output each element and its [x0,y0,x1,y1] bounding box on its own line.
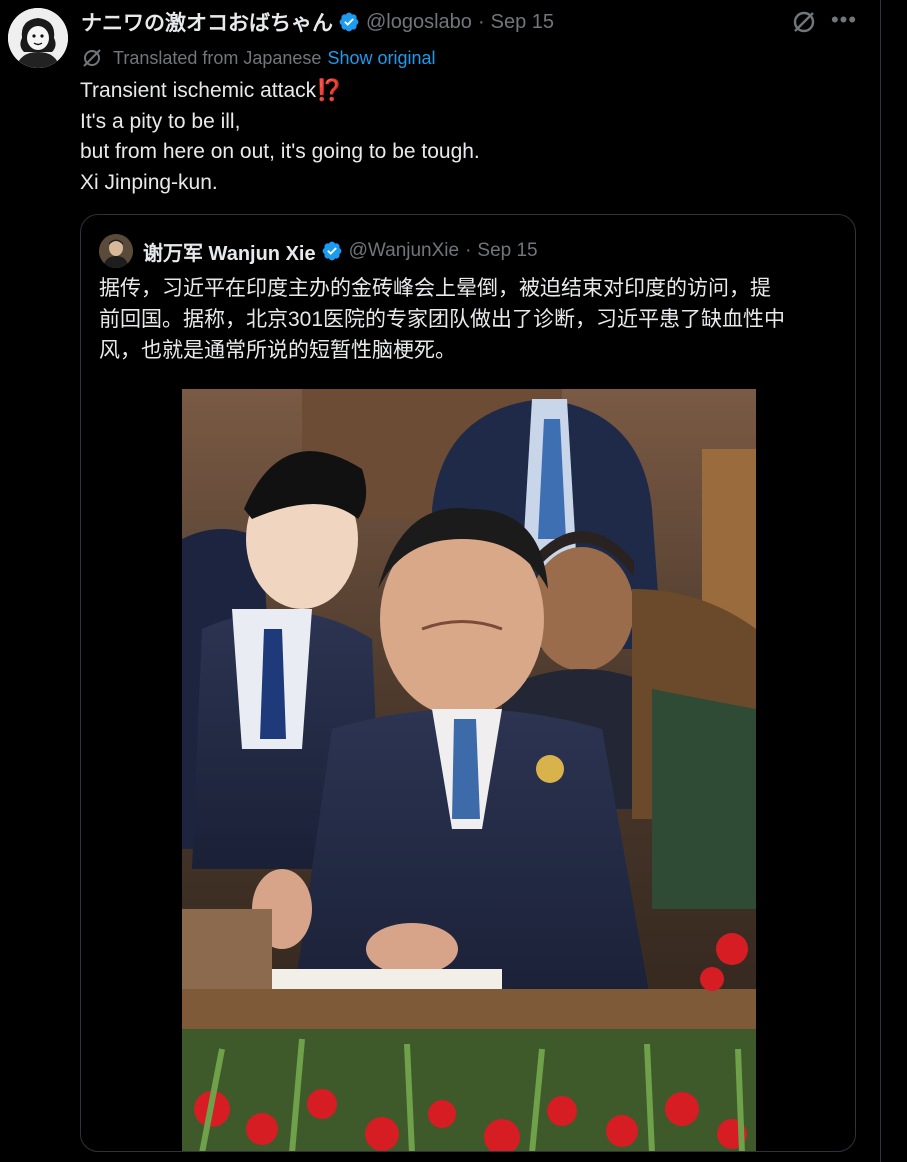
more-icon[interactable]: ••• [830,9,858,35]
tweet-text-line: Transient ischemic attack⁉️ [80,79,343,102]
translation-notice: Translated from Japanese Show original [81,46,436,70]
quoted-author-handle[interactable]: @WanjunXie [349,240,459,262]
tweet-text: Transient ischemic attack⁉️ It's a pity … [80,76,840,198]
tweet-text-line: It's a pity to be ill, [80,109,241,133]
quoted-text-line: 前回国。据称，北京301医院的专家团队做出了诊断，习近平患了缺血性中 [99,308,786,331]
quoted-author-avatar[interactable] [99,234,133,268]
quoted-tweet-header: 谢万军 Wanjun Xie @WanjunXie · Sep 15 [99,233,538,269]
tweet-text-line: but from here on out, it's going to be t… [80,140,480,163]
show-original-link[interactable]: Show original [327,48,435,69]
translated-label: Translated from Japanese [113,47,322,68]
quoted-tweet[interactable]: 谢万军 Wanjun Xie @WanjunXie · Sep 15 据传，习近… [80,214,856,1152]
tweet-text-line: Xi Jinping-kun. [80,170,218,194]
author-avatar[interactable] [8,8,68,68]
verified-badge-icon[interactable] [321,240,343,262]
separator-dot: · [477,10,485,33]
grok-icon[interactable] [790,8,818,36]
quoted-text-line: 风，也就是通常所说的短暂性脑梗死。 [99,339,456,362]
tweet-header: ナニワの激オコおばちゃん @logoslabo · Sep 15 [81,8,554,36]
verified-badge-icon[interactable] [338,11,360,33]
quoted-author-display-name[interactable]: 谢万军 Wanjun Xie [143,237,316,266]
separator-dot: · [465,240,472,261]
quoted-tweet-text: 据传，习近平在印度主办的金砖峰会上晕倒，被迫结束对印度的访问，提 前回国。据称，… [99,273,841,366]
tweet-date[interactable]: Sep 15 [491,11,554,34]
author-handle[interactable]: @logoslabo [366,11,472,34]
timeline-column-border [880,0,881,1162]
translate-icon [83,49,101,67]
quoted-tweet-date[interactable]: Sep 15 [477,240,537,262]
tweet[interactable]: ナニワの激オコおばちゃん @logoslabo · Sep 15 ••• Tra… [0,0,880,1162]
quoted-tweet-photo[interactable] [182,389,756,1151]
author-display-name[interactable]: ナニワの激オコおばちゃん [81,7,333,37]
interrobang-emoji: ⁉️ [316,79,343,102]
quoted-text-line: 据传，习近平在印度主办的金砖峰会上晕倒，被迫结束对印度的访问，提 [99,277,771,300]
